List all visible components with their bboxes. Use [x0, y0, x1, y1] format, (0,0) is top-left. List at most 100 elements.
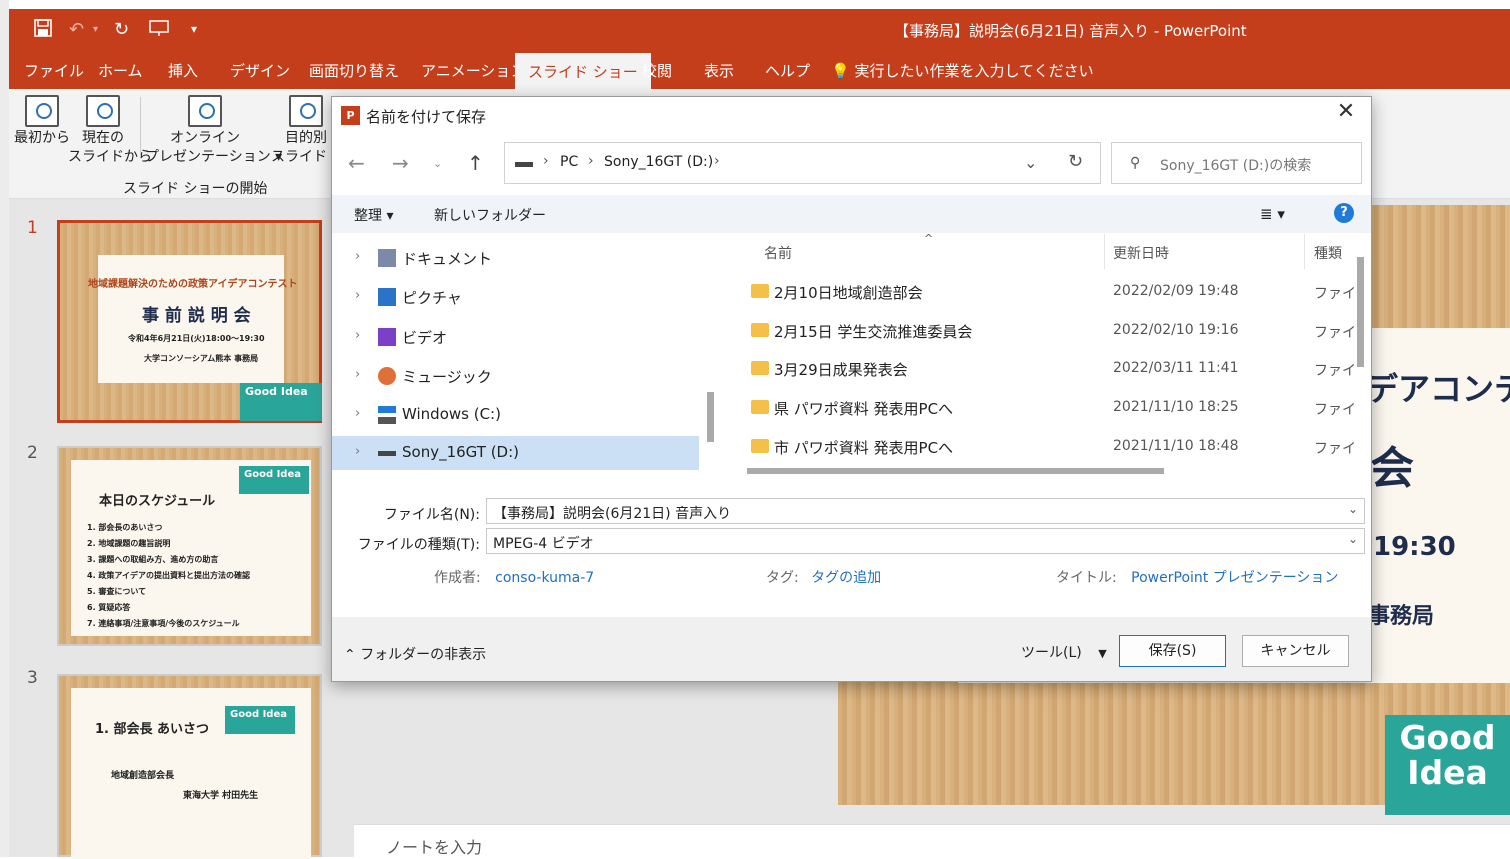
chevron-right-icon[interactable]: › [355, 328, 360, 343]
caret-down-icon: ▼ [1098, 647, 1107, 660]
back-arrow-icon[interactable]: ← [348, 151, 365, 175]
recent-locations-icon[interactable]: ⌄ [433, 157, 442, 170]
notes-pane[interactable]: ノートを入力 [354, 824, 1510, 857]
list-item: 4. 政策アイデアの提出資料と提出方法の確認 [87, 571, 250, 580]
table-row[interactable]: 2月10日地域創造部会 2022/02/09 19:48 ファイル [724, 272, 1354, 310]
undo-icon[interactable]: ↶ [69, 19, 84, 40]
new-folder-button[interactable]: 新しいフォルダー [434, 205, 546, 225]
table-row[interactable]: 2月15日 学生交流推進委員会 2022/02/10 19:16 ファイル [724, 311, 1354, 349]
nav-item-windows-c[interactable]: › Windows (C:) [332, 398, 699, 432]
add-tag-link[interactable]: タグの追加 [811, 570, 881, 586]
horizontal-scrollbar[interactable] [747, 468, 1164, 474]
chevron-down-icon[interactable]: ⌄ [1348, 532, 1358, 546]
column-header-name[interactable]: 名前 [764, 243, 792, 263]
usb-drive-icon [378, 451, 396, 456]
good-idea-logo: Good Idea [239, 466, 309, 494]
window-edge [0, 0, 9, 857]
help-icon[interactable]: ? [1334, 203, 1354, 223]
sort-ascending-icon: ^ [924, 234, 934, 245]
from-current-slide-button[interactable]: 現在の スライドから [68, 95, 152, 167]
slide-thumbnail-2[interactable]: Good Idea 本日のスケジュール 1. 部会長のあいさつ 2. 地域課題の… [57, 446, 322, 646]
table-row[interactable]: 県 パワポ資料 発表用PCへ 2021/11/10 18:25 ファイル [724, 388, 1354, 426]
column-divider[interactable] [1104, 234, 1105, 269]
save-button[interactable]: 保存(S) [1119, 635, 1226, 667]
nav-scrollbar[interactable] [707, 392, 714, 442]
close-button[interactable]: ✕ [1331, 99, 1361, 129]
view-options-button[interactable]: ≣ ▾ [1260, 205, 1285, 223]
slide-thumbnail-1[interactable]: 地域課題解決のための政策アイデアコンテスト 事 前 説 明 会 令和4年6月21… [57, 220, 322, 423]
ribbon-divider [140, 97, 141, 157]
tab-review[interactable]: 校閲 [642, 60, 672, 81]
breadcrumb-drive[interactable]: Sony_16GT (D:) [604, 154, 713, 170]
chevron-right-icon[interactable]: › [355, 444, 360, 459]
slide-title: 事 前 説 明 会 [142, 306, 251, 326]
tab-animations[interactable]: アニメーション [421, 60, 525, 81]
filename-input[interactable]: 【事務局】説明会(6月21日) 音声入り ⌄ [486, 498, 1365, 524]
filetype-label: ファイルの種類(T): [357, 537, 480, 553]
customize-qat-icon[interactable]: ▾ [191, 22, 197, 36]
title-bar: ↶ ▾ ↻ ▾ 【事務局】説明会(6月21日) 音声入り - PowerPoin… [9, 9, 1510, 49]
tab-insert[interactable]: 挿入 [168, 60, 198, 81]
address-bar[interactable]: › PC › Sony_16GT (D:) › ⌄ ↻ [504, 142, 1101, 184]
undo-dropdown-icon[interactable]: ▾ [93, 24, 98, 35]
music-icon [378, 367, 396, 385]
folder-icon [751, 361, 769, 375]
chevron-right-icon: › [714, 153, 720, 169]
chevron-right-icon[interactable]: › [355, 367, 360, 382]
forward-arrow-icon[interactable]: → [392, 151, 409, 175]
slide-thumbnail-3[interactable]: Good Idea 1. 部会長 あいさつ 地域創造部会長 東海大学 村田先生 [57, 674, 322, 859]
nav-item-music[interactable]: › ミュージック [332, 359, 699, 393]
folder-icon [751, 400, 769, 414]
folder-icon [751, 284, 769, 298]
table-row[interactable]: 3月29日成果発表会 2022/03/11 11:41 ファイル [724, 349, 1354, 387]
tab-help[interactable]: ヘルプ [765, 60, 810, 81]
save-as-dialog: P 名前を付けて保存 ✕ ← → ⌄ ↑ › PC › Sony_16GT (D… [331, 96, 1372, 682]
cancel-button[interactable]: キャンセル [1242, 635, 1349, 667]
videos-icon [378, 328, 396, 346]
tab-view[interactable]: 表示 [704, 60, 734, 81]
tab-transitions[interactable]: 画面切り替え [309, 60, 399, 81]
search-input[interactable]: ⚲ Sony_16GT (D:)の検索 [1111, 142, 1362, 184]
from-beginning-button[interactable]: 最初から [13, 95, 71, 148]
save-icon[interactable] [34, 19, 52, 42]
file-list: 名前 ^ 更新日時 種類 2月10日地域創造部会 2022/02/09 19:4… [724, 234, 1354, 479]
column-header-type[interactable]: 種類 [1314, 243, 1342, 263]
tools-dropdown[interactable]: ツール(L) ▼ [1021, 642, 1107, 662]
nav-item-pictures[interactable]: › ピクチャ [332, 280, 699, 314]
up-arrow-icon[interactable]: ↑ [467, 151, 484, 175]
chevron-down-icon[interactable]: ⌄ [1348, 502, 1358, 516]
hide-folders-button[interactable]: ⌃ フォルダーの非表示 [344, 644, 486, 664]
online-presentation-button[interactable]: オンライン プレゼンテーション ▾ [145, 95, 282, 167]
vertical-scrollbar[interactable] [1357, 257, 1364, 367]
chevron-right-icon[interactable]: › [355, 249, 360, 264]
chevron-down-icon[interactable]: ⌄ [1024, 153, 1037, 172]
nav-item-videos[interactable]: › ビデオ [332, 320, 699, 354]
nav-item-sony-drive[interactable]: › Sony_16GT (D:) [332, 436, 699, 470]
breadcrumb-pc[interactable]: PC [560, 154, 578, 170]
table-row[interactable]: 市 パワポ資料 発表用PCへ 2021/11/10 18:48 ファイル [724, 427, 1354, 465]
tab-home[interactable]: ホーム [98, 60, 143, 81]
organize-button[interactable]: 整理 ▾ [354, 205, 393, 225]
play-from-start-icon [25, 95, 59, 127]
tab-design[interactable]: デザイン [230, 60, 290, 81]
chevron-right-icon[interactable]: › [355, 288, 360, 303]
refresh-icon[interactable]: ↻ [1068, 151, 1083, 172]
slide-title: 1. 部会長 あいさつ [95, 722, 210, 737]
column-header-modified[interactable]: 更新日時 [1113, 243, 1169, 263]
column-divider[interactable] [1304, 234, 1305, 269]
tab-slideshow[interactable]: スライド ショー [515, 53, 651, 89]
pictures-icon [378, 288, 396, 306]
doc-title-value[interactable]: PowerPoint プレゼンテーション [1131, 570, 1338, 586]
search-icon: ⚲ [1130, 155, 1141, 171]
author-value[interactable]: conso-kuma-7 [495, 570, 594, 586]
filetype-select[interactable]: MPEG-4 ビデオ ⌄ [486, 528, 1365, 554]
dialog-footer: ⌃ フォルダーの非表示 ツール(L) ▼ 保存(S) キャンセル [332, 617, 1371, 681]
tell-me-box[interactable]: 💡 実行したい作業を入力してください [831, 60, 1094, 81]
present-icon[interactable] [149, 19, 169, 42]
chevron-right-icon[interactable]: › [355, 406, 360, 421]
redo-icon[interactable]: ↻ [114, 19, 129, 40]
nav-item-documents[interactable]: › ドキュメント [332, 241, 699, 275]
slide-text: 地域創造部会長 [111, 771, 175, 781]
slide-text: 東海大学 村田先生 [183, 791, 259, 801]
tab-file[interactable]: ファイル [24, 60, 84, 81]
